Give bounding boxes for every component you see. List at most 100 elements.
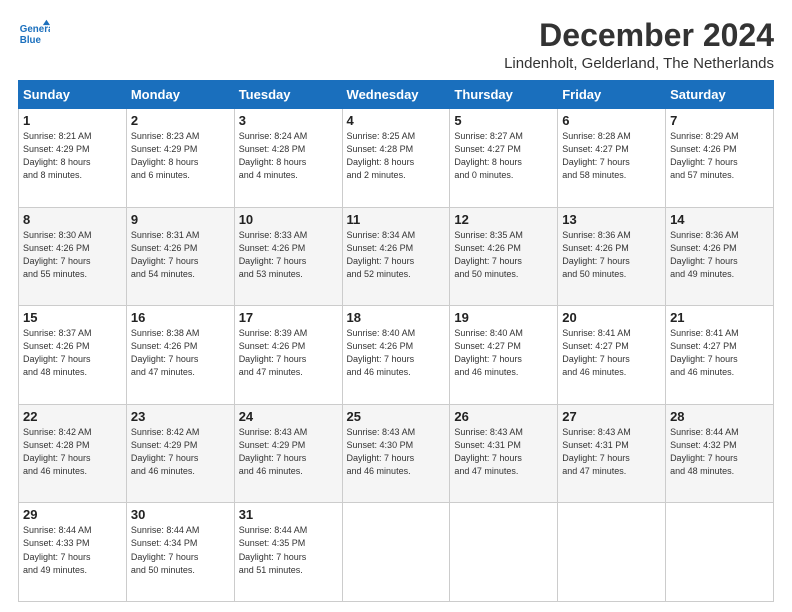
- day-number: 24: [239, 409, 338, 424]
- table-row: 17Sunrise: 8:39 AM Sunset: 4:26 PM Dayli…: [234, 306, 342, 405]
- main-title: December 2024: [504, 18, 774, 53]
- col-tuesday: Tuesday: [234, 81, 342, 109]
- table-row: 16 Sunrise: 8:38 AM Sunset: 4:26 PM Dayli…: [126, 306, 234, 405]
- day-content: Sunrise: 8:28 AM Sunset: 4:27 PM Dayligh…: [562, 130, 661, 182]
- title-block: December 2024 Lindenholt, Gelderland, Th…: [504, 18, 774, 72]
- day-number: 4: [347, 113, 446, 128]
- calendar-week-row: 22Sunrise: 8:42 AM Sunset: 4:28 PM Dayli…: [19, 404, 774, 503]
- day-content: Sunrise: 8:40 AM Sunset: 4:26 PM Dayligh…: [347, 327, 446, 379]
- page: General Blue December 2024 Lindenholt, G…: [0, 0, 792, 612]
- day-number: 18: [347, 310, 446, 325]
- table-row: [558, 503, 666, 602]
- day-number: 20: [562, 310, 661, 325]
- day-content: Sunrise: 8:42 AM Sunset: 4:28 PM Dayligh…: [23, 426, 122, 478]
- day-number: 17: [239, 310, 338, 325]
- day-number: 8: [23, 212, 122, 227]
- day-content: Sunrise: 8:44 AM Sunset: 4:34 PM Dayligh…: [131, 524, 230, 576]
- col-sunday: Sunday: [19, 81, 127, 109]
- day-number: 19: [454, 310, 553, 325]
- day-content: Sunrise: 8:43 AM Sunset: 4:31 PM Dayligh…: [454, 426, 553, 478]
- calendar-week-row: 15Sunrise: 8:37 AM Sunset: 4:26 PM Dayli…: [19, 306, 774, 405]
- table-row: 8 Sunrise: 8:30 AM Sunset: 4:26 PM Daylig…: [19, 207, 127, 306]
- table-row: 18 Sunrise: 8:40 AM Sunset: 4:26 PM Dayli…: [342, 306, 450, 405]
- table-row: 20 Sunrise: 8:41 AM Sunset: 4:27 PM Dayli…: [558, 306, 666, 405]
- day-number: 2: [131, 113, 230, 128]
- day-number: 10: [239, 212, 338, 227]
- day-content: Sunrise: 8:35 AM Sunset: 4:26 PM Dayligh…: [454, 229, 553, 281]
- subtitle: Lindenholt, Gelderland, The Netherlands: [504, 55, 774, 72]
- day-number: 30: [131, 507, 230, 522]
- day-number: 23: [131, 409, 230, 424]
- table-row: 4Sunrise: 8:25 AM Sunset: 4:28 PM Daylig…: [342, 109, 450, 208]
- day-content: Sunrise: 8:41 AM Sunset: 4:27 PM Dayligh…: [562, 327, 661, 379]
- col-thursday: Thursday: [450, 81, 558, 109]
- table-row: 13 Sunrise: 8:36 AM Sunset: 4:26 PM Dayli…: [558, 207, 666, 306]
- svg-text:General: General: [20, 24, 50, 35]
- day-content: Sunrise: 8:36 AM Sunset: 4:26 PM Dayligh…: [562, 229, 661, 281]
- table-row: 22Sunrise: 8:42 AM Sunset: 4:28 PM Dayli…: [19, 404, 127, 503]
- day-number: 16: [131, 310, 230, 325]
- day-content: Sunrise: 8:29 AM Sunset: 4:26 PM Dayligh…: [670, 130, 769, 182]
- day-number: 21: [670, 310, 769, 325]
- calendar-week-row: 29Sunrise: 8:44 AM Sunset: 4:33 PM Dayli…: [19, 503, 774, 602]
- day-number: 27: [562, 409, 661, 424]
- day-content: Sunrise: 8:31 AM Sunset: 4:26 PM Dayligh…: [131, 229, 230, 281]
- table-row: 23Sunrise: 8:42 AM Sunset: 4:29 PM Dayli…: [126, 404, 234, 503]
- day-number: 11: [347, 212, 446, 227]
- table-row: 6 Sunrise: 8:28 AM Sunset: 4:27 PM Daylig…: [558, 109, 666, 208]
- table-row: 25 Sunrise: 8:43 AM Sunset: 4:30 PM Dayli…: [342, 404, 450, 503]
- table-row: 29Sunrise: 8:44 AM Sunset: 4:33 PM Dayli…: [19, 503, 127, 602]
- table-row: 11Sunrise: 8:34 AM Sunset: 4:26 PM Dayli…: [342, 207, 450, 306]
- table-row: 21 Sunrise: 8:41 AM Sunset: 4:27 PM Dayli…: [666, 306, 774, 405]
- table-row: 31 Sunrise: 8:44 AM Sunset: 4:35 PM Dayli…: [234, 503, 342, 602]
- day-number: 6: [562, 113, 661, 128]
- day-content: Sunrise: 8:24 AM Sunset: 4:28 PM Dayligh…: [239, 130, 338, 182]
- day-content: Sunrise: 8:43 AM Sunset: 4:30 PM Dayligh…: [347, 426, 446, 478]
- day-number: 9: [131, 212, 230, 227]
- col-wednesday: Wednesday: [342, 81, 450, 109]
- table-row: 26 Sunrise: 8:43 AM Sunset: 4:31 PM Dayli…: [450, 404, 558, 503]
- day-content: Sunrise: 8:41 AM Sunset: 4:27 PM Dayligh…: [670, 327, 769, 379]
- table-row: [666, 503, 774, 602]
- table-row: 5Sunrise: 8:27 AM Sunset: 4:27 PM Daylig…: [450, 109, 558, 208]
- table-row: 2 Sunrise: 8:23 AM Sunset: 4:29 PM Daylig…: [126, 109, 234, 208]
- calendar-table: Sunday Monday Tuesday Wednesday Thursday…: [18, 80, 774, 602]
- table-row: 12 Sunrise: 8:35 AM Sunset: 4:26 PM Dayli…: [450, 207, 558, 306]
- day-number: 12: [454, 212, 553, 227]
- day-number: 28: [670, 409, 769, 424]
- table-row: 28 Sunrise: 8:44 AM Sunset: 4:32 PM Dayli…: [666, 404, 774, 503]
- day-content: Sunrise: 8:36 AM Sunset: 4:26 PM Dayligh…: [670, 229, 769, 281]
- day-content: Sunrise: 8:30 AM Sunset: 4:26 PM Dayligh…: [23, 229, 122, 281]
- col-saturday: Saturday: [666, 81, 774, 109]
- day-content: Sunrise: 8:21 AM Sunset: 4:29 PM Dayligh…: [23, 130, 122, 182]
- day-content: Sunrise: 8:43 AM Sunset: 4:31 PM Dayligh…: [562, 426, 661, 478]
- day-number: 7: [670, 113, 769, 128]
- day-number: 26: [454, 409, 553, 424]
- day-content: Sunrise: 8:38 AM Sunset: 4:26 PM Dayligh…: [131, 327, 230, 379]
- table-row: 24Sunrise: 8:43 AM Sunset: 4:29 PM Dayli…: [234, 404, 342, 503]
- day-content: Sunrise: 8:44 AM Sunset: 4:35 PM Dayligh…: [239, 524, 338, 576]
- day-number: 1: [23, 113, 122, 128]
- day-content: Sunrise: 8:23 AM Sunset: 4:29 PM Dayligh…: [131, 130, 230, 182]
- col-monday: Monday: [126, 81, 234, 109]
- day-number: 25: [347, 409, 446, 424]
- table-row: 1 Sunrise: 8:21 AM Sunset: 4:29 PM Daylig…: [19, 109, 127, 208]
- col-friday: Friday: [558, 81, 666, 109]
- day-content: Sunrise: 8:40 AM Sunset: 4:27 PM Dayligh…: [454, 327, 553, 379]
- day-content: Sunrise: 8:27 AM Sunset: 4:27 PM Dayligh…: [454, 130, 553, 182]
- table-row: [342, 503, 450, 602]
- calendar-header-row: Sunday Monday Tuesday Wednesday Thursday…: [19, 81, 774, 109]
- day-number: 13: [562, 212, 661, 227]
- logo: General Blue: [18, 18, 50, 50]
- day-number: 31: [239, 507, 338, 522]
- svg-text:Blue: Blue: [20, 35, 42, 46]
- table-row: 27 Sunrise: 8:43 AM Sunset: 4:31 PM Dayli…: [558, 404, 666, 503]
- day-number: 14: [670, 212, 769, 227]
- day-content: Sunrise: 8:44 AM Sunset: 4:32 PM Dayligh…: [670, 426, 769, 478]
- table-row: 3Sunrise: 8:24 AM Sunset: 4:28 PM Daylig…: [234, 109, 342, 208]
- day-content: Sunrise: 8:37 AM Sunset: 4:26 PM Dayligh…: [23, 327, 122, 379]
- calendar-week-row: 8 Sunrise: 8:30 AM Sunset: 4:26 PM Daylig…: [19, 207, 774, 306]
- table-row: [450, 503, 558, 602]
- table-row: 15Sunrise: 8:37 AM Sunset: 4:26 PM Dayli…: [19, 306, 127, 405]
- table-row: 19 Sunrise: 8:40 AM Sunset: 4:27 PM Dayli…: [450, 306, 558, 405]
